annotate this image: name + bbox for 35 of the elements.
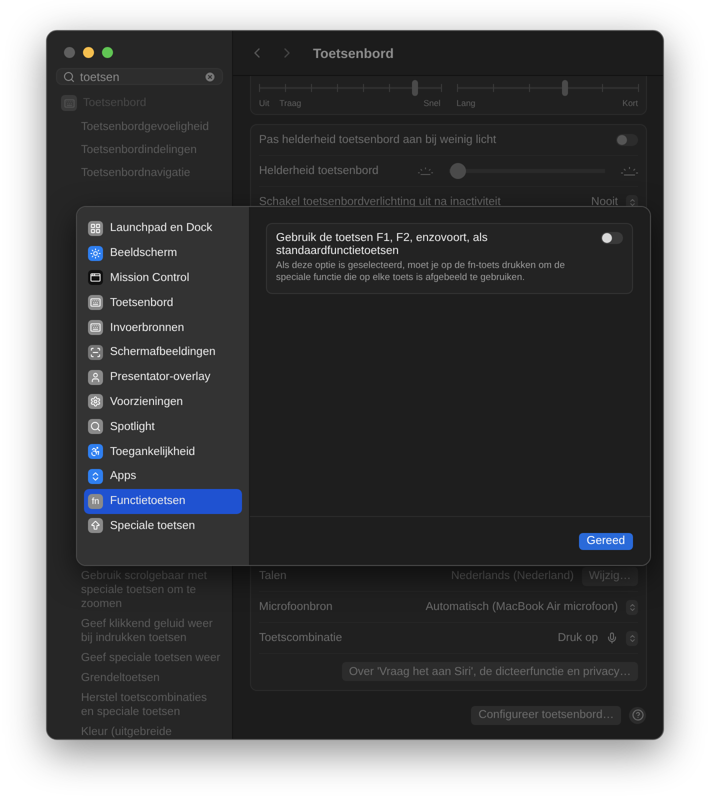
- setting-label: Talen: [259, 570, 288, 582]
- category-item[interactable]: Toetsenbord: [84, 290, 242, 316]
- category-item[interactable]: Beeldscherm: [84, 240, 242, 266]
- popup-value[interactable]: Automatisch (MacBook Air microfoon): [426, 601, 618, 613]
- category-item[interactable]: Mission Control: [84, 266, 242, 290]
- window-title: Toetsenbord: [313, 46, 394, 60]
- fn-key-icon: fn: [88, 494, 103, 509]
- slider-label: Kort: [622, 98, 638, 108]
- option-description: Als deze optie is geselecteerd, moet je op de fn-toets drukken om de speciale functie die op elke toets is afgebeeld te gebruiken.: [276, 260, 566, 284]
- search-field[interactable]: toetsen: [56, 68, 223, 85]
- popup-value[interactable]: Druk op: [558, 632, 598, 644]
- category-item[interactable]: Presentator-overlay: [84, 364, 242, 390]
- setting-label: Microfoonbron: [259, 601, 334, 613]
- category-item[interactable]: fn Functietoetsen: [84, 488, 242, 514]
- slider-label: Snel: [423, 98, 440, 108]
- category-item[interactable]: Invoerbronnen: [84, 315, 242, 340]
- slider-label: Lang: [456, 98, 476, 108]
- done-button[interactable]: Gereed: [578, 532, 633, 550]
- slider-label: Uit: [259, 98, 270, 108]
- category-item[interactable]: Spotlight: [84, 414, 242, 440]
- category-item[interactable]: Toegankelijkheid: [84, 439, 242, 464]
- category-item[interactable]: Schermafbeeldingen: [84, 340, 242, 365]
- category-item[interactable]: Speciale toetsen: [84, 514, 242, 538]
- category-item[interactable]: Launchpad en Dock: [84, 216, 242, 241]
- setting-label: Helderheid toetsenbord: [259, 165, 380, 177]
- popup-value[interactable]: Nooit: [591, 196, 618, 208]
- setting-label: Toetscombinatie: [259, 632, 344, 644]
- option-title: Gebruik de toetsen F1, F2, enzovoort, als standaardfunctietoetsen: [276, 232, 489, 258]
- setting-label: Pas helderheid toetsenbord aan bij weinig licht: [259, 134, 498, 146]
- setting-label: Schakel toetsenbordverlichting uit na inactiviteit: [259, 196, 502, 208]
- category-item[interactable]: Voorzieningen: [84, 390, 242, 414]
- slider-label: Traag: [279, 98, 302, 108]
- category-item[interactable]: Apps: [84, 464, 242, 489]
- privacy-button[interactable]: Over 'Vraag het aan Siri', de dicteerfunctie en privacy…: [342, 662, 638, 681]
- configure-button[interactable]: Configureer toetsenbord…: [471, 706, 621, 724]
